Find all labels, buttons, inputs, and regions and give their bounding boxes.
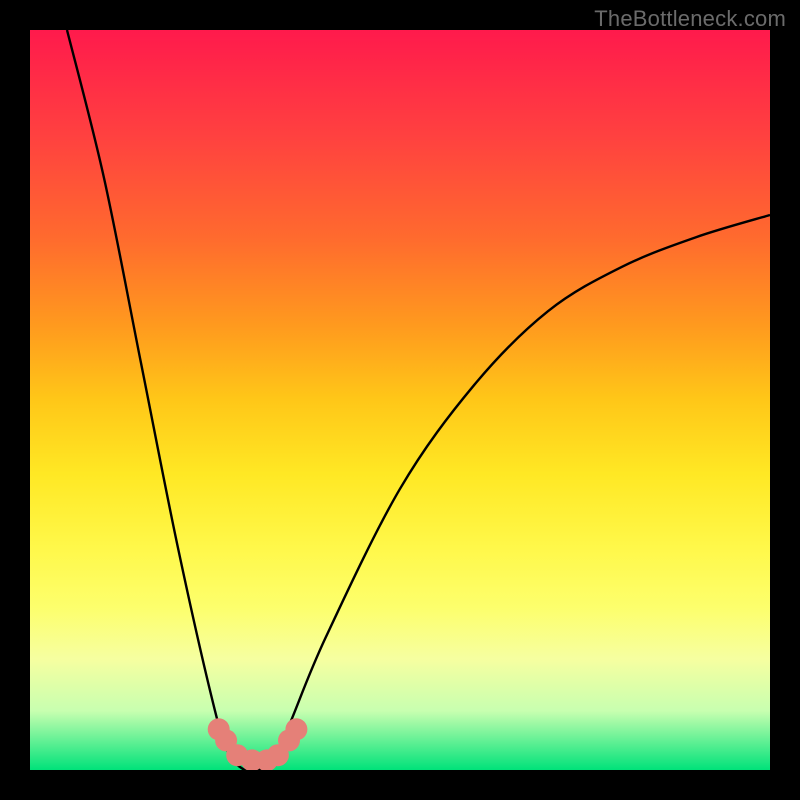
bottleneck-curve [67,30,770,770]
chart-plot-area [30,30,770,770]
watermark-text: TheBottleneck.com [594,6,786,32]
bottleneck-marker [285,718,307,740]
bottleneck-curve-path [67,30,770,770]
bottleneck-chart-svg [30,30,770,770]
bottleneck-marker-group [208,718,308,770]
